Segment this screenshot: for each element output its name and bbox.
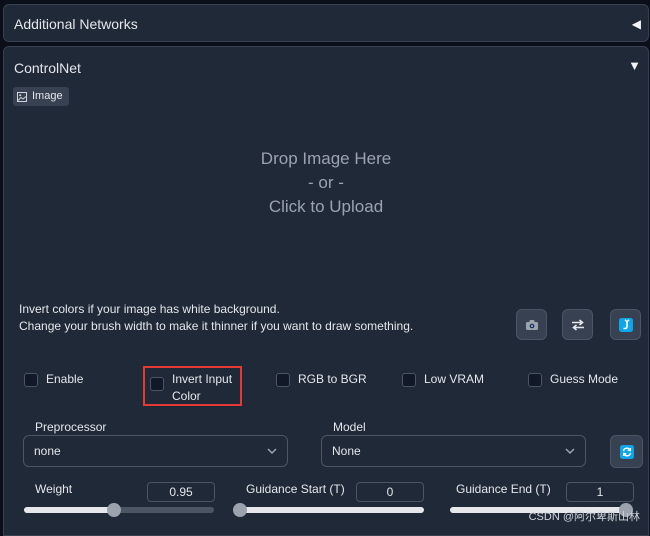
guidance-end-number-input[interactable]: 1 [566,482,634,502]
controlnet-accordion: ControlNet ▼ Image Drop Image Here - or … [3,46,649,536]
model-select[interactable]: None [321,435,586,467]
enable-checkbox[interactable]: Enable [24,371,83,388]
guidance-start-slider-thumb[interactable] [233,503,247,517]
dropzone-line2: - or - [308,173,344,192]
additional-networks-accordion[interactable]: Additional Networks ◀ [3,4,649,42]
chevron-down-icon [267,448,277,455]
refresh-models-button[interactable] [610,435,643,468]
image-icon [17,91,27,102]
guess-checkbox-box[interactable] [528,373,542,387]
preprocessor-value: none [34,444,61,458]
triangle-down-icon[interactable]: ▼ [628,58,641,73]
camera-button[interactable] [516,309,547,340]
guidance-start-slider-track [240,507,424,513]
low-vram-checkbox[interactable]: Low VRAM [402,371,484,388]
rgb-label: RGB to BGR [298,372,367,386]
refresh-icon [619,444,634,459]
send-button[interactable] [610,309,641,340]
camera-icon [525,319,538,330]
triangle-left-icon[interactable]: ◀ [632,17,641,31]
swap-button[interactable] [562,309,593,340]
send-arrow-icon [618,317,633,332]
help-text: Invert colors if your image has white ba… [19,301,413,335]
image-tab[interactable]: Image [13,87,69,106]
enable-label: Enable [46,372,84,386]
rgb-to-bgr-checkbox[interactable]: RGB to BGR [276,371,367,388]
weight-number-input[interactable]: 0.95 [147,482,215,502]
dropzone-line1: Drop Image Here [260,149,392,168]
invert-highlight-box [143,366,242,406]
controlnet-title[interactable]: ControlNet [14,60,81,76]
image-dropzone[interactable]: Drop Image Here - or - Click to Upload [4,147,648,219]
chevron-down-icon [565,448,575,455]
lowvram-label: Low VRAM [424,372,485,386]
weight-label: Weight [35,482,73,496]
weight-slider-thumb[interactable] [107,503,122,517]
guidance-start-label: Guidance Start (T) [246,482,345,496]
image-tab-label: Image [32,90,63,102]
help-line1: Invert colors if your image has white ba… [19,302,280,316]
guess-label: Guess Mode [550,372,619,386]
lowvram-checkbox-box[interactable] [402,373,416,387]
enable-checkbox-box[interactable] [24,373,38,387]
model-value: None [332,444,361,458]
guess-mode-checkbox[interactable]: Guess Mode [528,371,618,388]
preprocessor-label: Preprocessor [35,420,107,434]
guidance-start-number-input[interactable]: 0 [356,482,424,502]
model-label: Model [333,420,366,434]
weight-slider[interactable] [24,503,214,517]
guidance-start-slider[interactable] [233,503,424,517]
watermark: CSDN @阿尔卑斯山林 [528,511,640,523]
help-line2: Change your brush width to make it thinn… [19,319,414,333]
swap-arrows-icon [571,318,584,331]
dropzone-line3: Click to Upload [268,197,384,216]
weight-slider-fill [24,507,115,513]
rgb-checkbox-box[interactable] [276,373,290,387]
guidance-end-label: Guidance End (T) [456,482,551,496]
preprocessor-select[interactable]: none [23,435,288,467]
additional-networks-title: Additional Networks [14,16,138,32]
